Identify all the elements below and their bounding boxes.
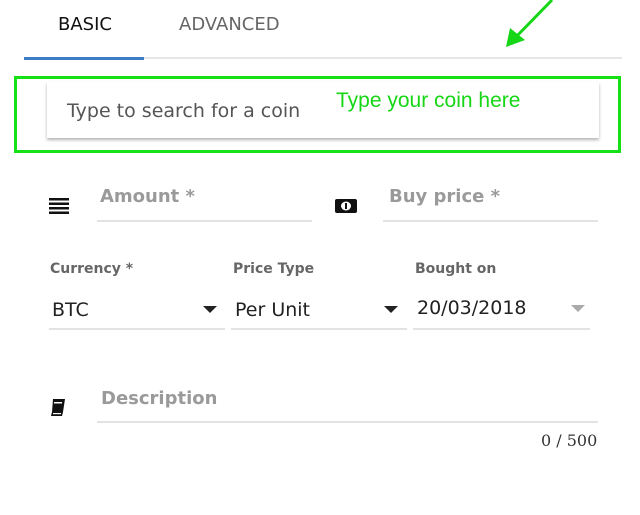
bought-on-picker[interactable] [413, 328, 590, 330]
amount-input[interactable] [97, 220, 312, 222]
description-label: Description [101, 388, 218, 409]
amount-label: Amount * [100, 186, 195, 207]
money-icon [335, 199, 357, 213]
currency-select[interactable] [49, 328, 225, 330]
annotation-text: Type your coin here [336, 89, 521, 112]
bought-on-label: Bought on [415, 261, 497, 277]
currency-caret-icon[interactable] [203, 306, 217, 313]
buy-price-input[interactable] [383, 220, 598, 222]
description-counter: 0 / 500 [541, 431, 598, 450]
list-icon [49, 198, 69, 214]
book-icon [51, 399, 65, 416]
price-type-label: Price Type [233, 261, 315, 277]
buy-price-label: Buy price * [389, 186, 501, 207]
description-input[interactable] [97, 421, 598, 423]
arrow-annotation-icon [506, 0, 554, 47]
active-tab-indicator [24, 57, 144, 60]
bought-on-value: 20/03/2018 [417, 297, 527, 319]
currency-label: Currency * [50, 261, 134, 277]
search-placeholder: Type to search for a coin [67, 100, 301, 122]
price-type-select[interactable] [231, 328, 407, 330]
currency-value: BTC [52, 299, 89, 321]
tab-basic[interactable]: BASIC [58, 14, 112, 36]
tab-advanced[interactable]: ADVANCED [179, 14, 280, 36]
price-type-value: Per Unit [235, 299, 310, 321]
price-type-caret-icon[interactable] [384, 306, 398, 313]
bought-on-caret-icon[interactable] [571, 305, 585, 312]
